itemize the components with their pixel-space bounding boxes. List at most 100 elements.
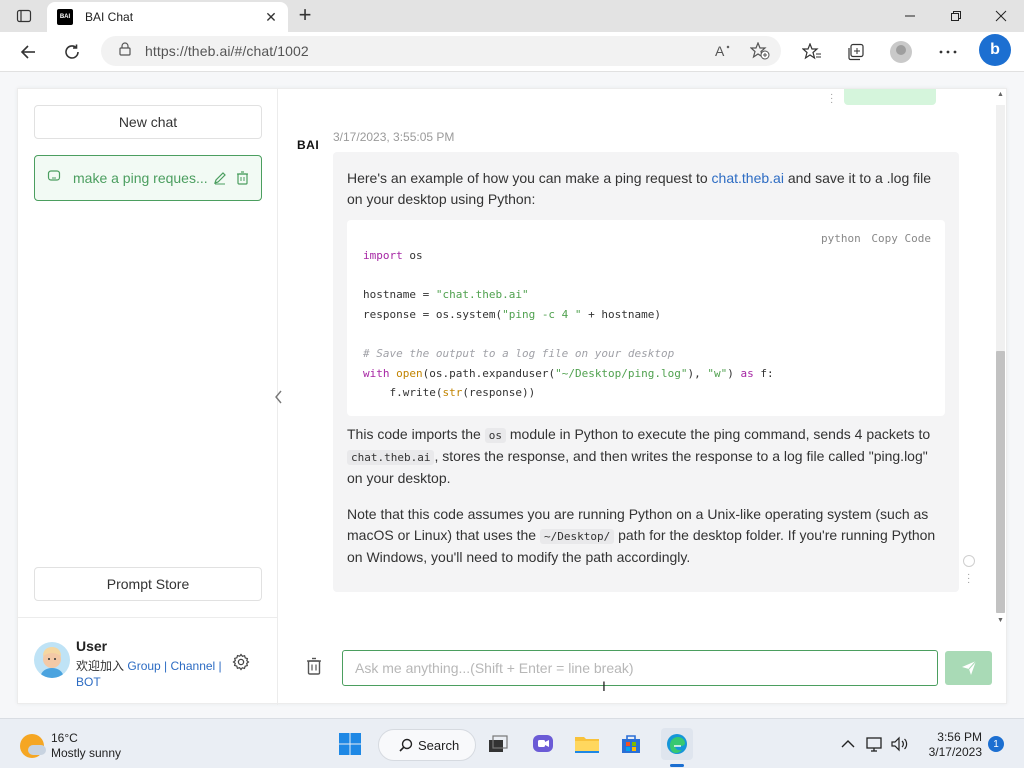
prompt-store-button[interactable]: Prompt Store: [34, 567, 262, 601]
message-input[interactable]: [342, 650, 938, 686]
inline-code: ~/Desktop/: [539, 529, 615, 544]
community-links: 欢迎加入 Group | Channel | BOT: [76, 658, 226, 690]
previous-user-message: [844, 89, 936, 105]
url-text[interactable]: https://theb.ai/#/chat/1002: [145, 43, 309, 59]
copy-code-button[interactable]: Copy Code: [871, 232, 931, 245]
notification-badge[interactable]: 1: [988, 736, 1004, 752]
intro-text: Here's an example of how you can make a …: [347, 170, 712, 186]
message-paragraph-3: Note that this code assumes you are runn…: [347, 504, 945, 568]
collections-icon[interactable]: [842, 38, 870, 66]
task-view-icon[interactable]: [484, 730, 512, 758]
chat-history-item[interactable]: make a ping reques...: [34, 155, 262, 201]
svg-text:A: A: [715, 43, 725, 59]
more-horizontal-icon[interactable]: [934, 38, 962, 66]
chevron-up-icon[interactable]: [837, 734, 859, 754]
lock-icon[interactable]: [119, 41, 131, 61]
loading-circle-icon: [963, 555, 975, 567]
avatar[interactable]: [34, 642, 70, 678]
new-tab-button[interactable]: +: [293, 4, 317, 28]
file-explorer-icon[interactable]: [573, 730, 601, 758]
close-tab-icon[interactable]: ✕: [262, 9, 280, 26]
weather-widget[interactable]: 16°C Mostly sunny: [20, 731, 121, 761]
browser-toolbar: https://theb.ai/#/chat/1002 A: [0, 32, 1024, 72]
close-window-button[interactable]: [978, 0, 1024, 32]
microsoft-store-icon[interactable]: [617, 730, 645, 758]
gear-icon[interactable]: [231, 652, 251, 672]
pencil-icon[interactable]: [211, 169, 229, 187]
code-block: python Copy Code import os hostname = "c…: [347, 220, 945, 416]
send-button[interactable]: [945, 651, 992, 685]
user-panel: User 欢迎加入 Group | Channel | BOT: [18, 617, 278, 705]
weather-text: 16°C Mostly sunny: [51, 731, 121, 761]
browser-tab-active[interactable]: BAI BAI Chat ✕: [47, 2, 288, 32]
code-line: import os: [363, 249, 423, 262]
messages-scrollbar[interactable]: ▲ ▼: [993, 89, 1007, 629]
code-line: with open(os.path.expanduser("~/Desktop/…: [363, 366, 774, 380]
new-chat-button[interactable]: New chat: [34, 105, 262, 139]
code-line: response = os.system("ping -c 4 " + host…: [363, 307, 662, 321]
chat-theb-link[interactable]: chat.theb.ai: [712, 170, 784, 186]
message-intro: Here's an example of how you can make a …: [347, 168, 945, 210]
trash-icon[interactable]: [233, 169, 251, 187]
sidebar: New chat make a ping reques... Prompt St…: [18, 89, 278, 705]
clear-chat-button[interactable]: [303, 655, 325, 677]
message-menu-icon[interactable]: · · ·: [967, 570, 970, 588]
temperature: 16°C: [51, 731, 78, 745]
code-line: # Save the output to a log file on your …: [363, 346, 675, 360]
scrollbar-thumb[interactable]: [996, 351, 1005, 613]
inline-code: chat.theb.ai: [347, 450, 435, 465]
join-text: 欢迎加入: [76, 659, 125, 673]
network-icon[interactable]: [864, 734, 886, 754]
profile-avatar[interactable]: [887, 38, 915, 66]
inline-code: os: [484, 428, 506, 443]
bing-chat-icon[interactable]: b: [979, 34, 1011, 66]
group-link[interactable]: Group: [127, 659, 160, 673]
address-bar[interactable]: https://theb.ai/#/chat/1002 A: [101, 36, 781, 66]
chat-input-area: I: [279, 629, 1007, 705]
windows-start-icon[interactable]: [336, 730, 364, 758]
tab-title: BAI Chat: [85, 10, 134, 24]
restore-window-button[interactable]: [933, 0, 979, 32]
bai-favicon-icon: BAI: [57, 9, 73, 25]
message-timestamp: 3/17/2023, 3:55:05 PM: [333, 130, 455, 144]
minimize-window-button[interactable]: [887, 0, 933, 32]
user-name: User: [76, 638, 108, 654]
scroll-up-icon[interactable]: ▲: [996, 91, 1005, 98]
weather-sun-icon: [20, 734, 46, 758]
taskbar-clock[interactable]: 3:56 PM 3/17/2023: [918, 730, 982, 760]
profile-icon: [890, 41, 912, 63]
code-line: hostname = "chat.theb.ai": [363, 288, 529, 302]
favorites-icon[interactable]: [798, 38, 826, 66]
message-menu-icon[interactable]: · · ·: [830, 90, 833, 108]
chat-bubble-icon: [47, 169, 61, 188]
paper-plane-icon: [961, 660, 976, 675]
scroll-down-icon[interactable]: ▼: [996, 617, 1005, 624]
read-aloud-icon[interactable]: A: [713, 42, 735, 60]
paragraph-text: module in Python to execute the ping com…: [505, 426, 931, 442]
code-language: python: [821, 232, 861, 245]
taskbar-search[interactable]: Search: [378, 729, 476, 761]
weather-condition: Mostly sunny: [51, 746, 122, 760]
message-paragraph-2: This code imports the os module in Pytho…: [347, 424, 945, 489]
code-line: f.write(str(response)): [363, 386, 536, 400]
browser-tab-strip: BAI BAI Chat ✕ +: [0, 0, 1024, 32]
text-cursor-icon: I: [602, 678, 606, 694]
search-icon: [399, 738, 413, 752]
chat-history-label: make a ping reques...: [73, 170, 207, 186]
back-button[interactable]: [14, 38, 42, 66]
tab-actions-icon[interactable]: [8, 4, 40, 28]
star-plus-icon[interactable]: [749, 42, 771, 60]
code-content: import os hostname = "chat.theb.ai" resp…: [363, 246, 774, 403]
active-app-indicator: [670, 764, 684, 767]
bot-link[interactable]: BOT: [76, 675, 101, 689]
channel-link[interactable]: Channel: [171, 659, 216, 673]
refresh-button[interactable]: [58, 38, 86, 66]
message-list: · · · 3/17/2023, 3:55:05 PM BAI Here's an …: [279, 89, 991, 629]
paragraph-text: This code imports the: [347, 426, 485, 442]
link-separator: |: [215, 659, 222, 673]
code-header: python Copy Code: [817, 228, 931, 249]
volume-icon[interactable]: [889, 734, 911, 754]
teams-chat-icon[interactable]: [529, 730, 557, 758]
clock-time: 3:56 PM: [937, 730, 982, 744]
edge-browser-icon[interactable]: [661, 728, 693, 760]
